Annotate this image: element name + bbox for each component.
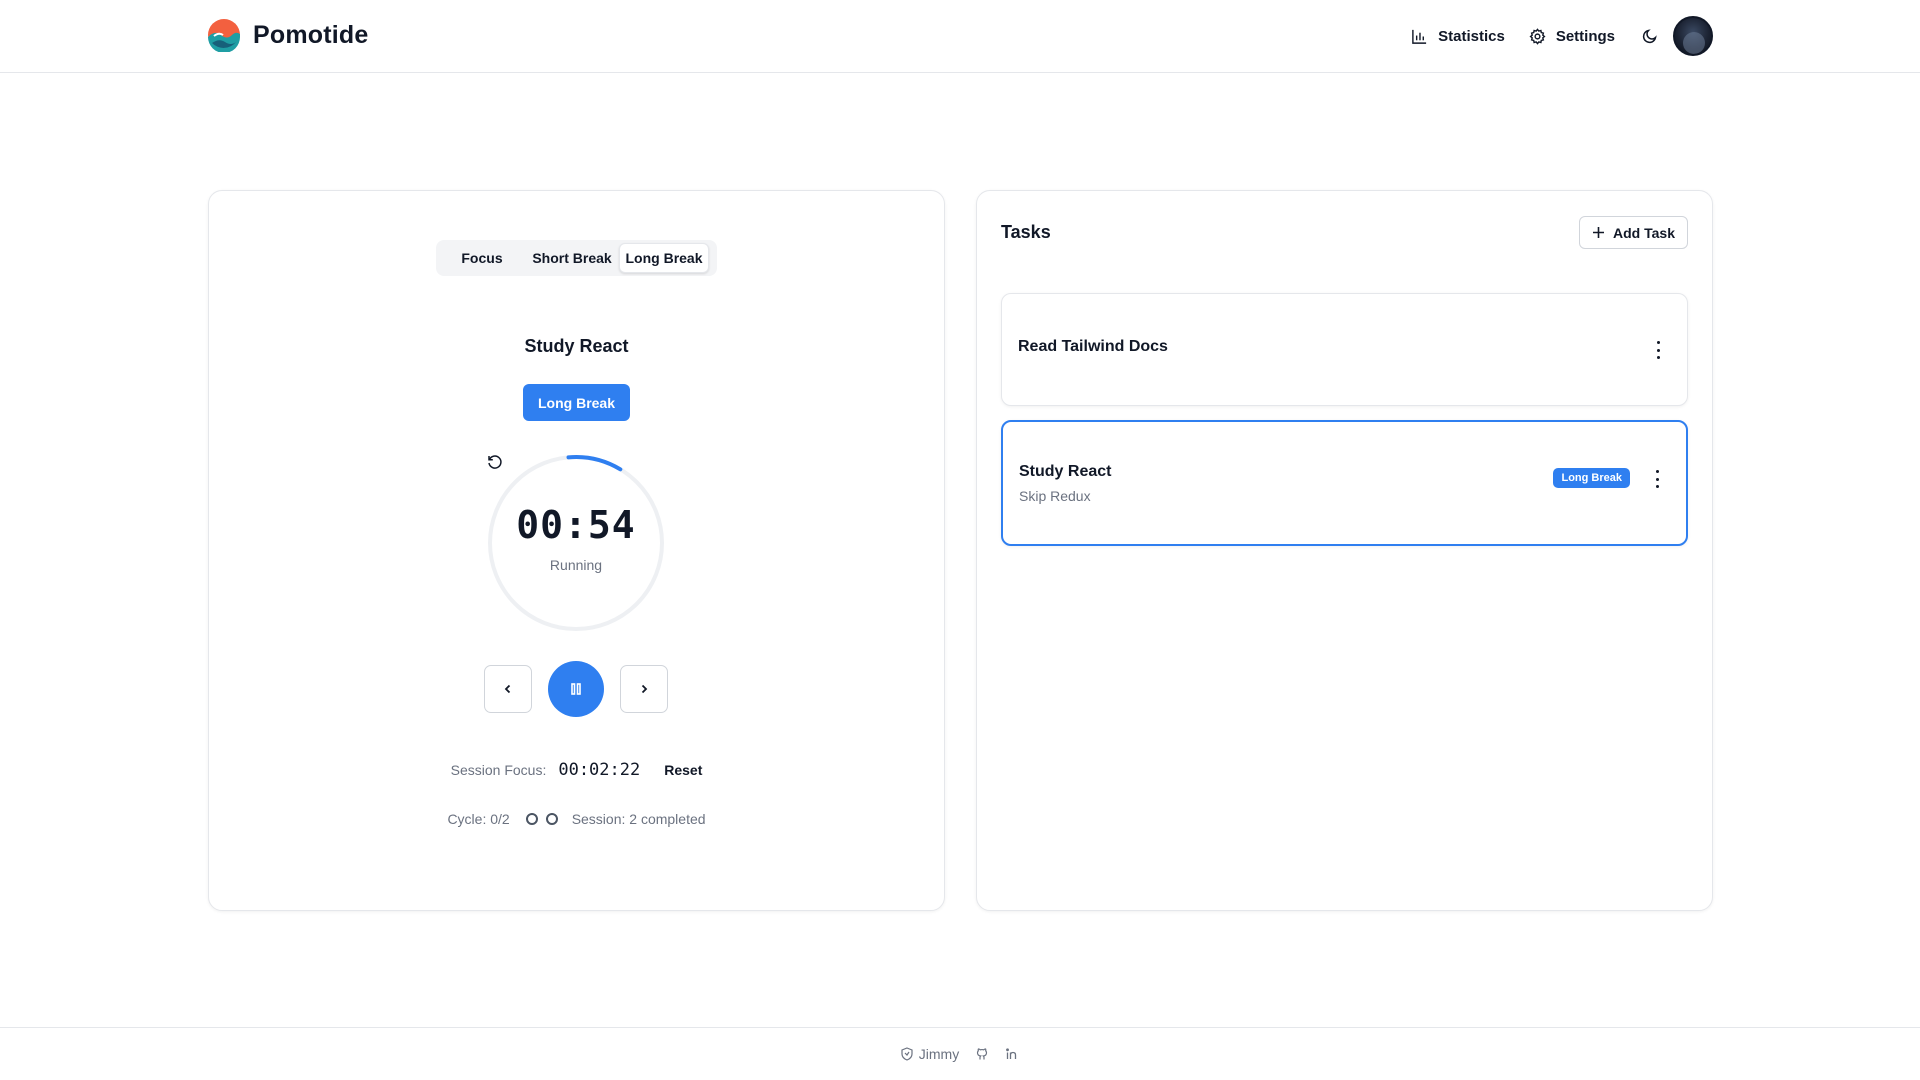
previous-button[interactable] — [484, 665, 532, 713]
tab-short-break[interactable]: Short Break — [525, 243, 619, 273]
more-vertical-icon[interactable] — [1655, 341, 1661, 359]
time-display: 00:54 — [516, 503, 636, 547]
tab-long-break[interactable]: Long Break — [619, 243, 709, 273]
github-icon[interactable] — [975, 1047, 989, 1061]
task-item-active[interactable]: Study React Skip Redux Long Break — [1001, 420, 1688, 546]
mode-tabs: Focus Short Break Long Break — [436, 240, 717, 276]
session-focus-row: Session Focus: 00:02:22 Reset — [209, 760, 944, 780]
next-button[interactable] — [620, 665, 668, 713]
statistics-label: Statistics — [1438, 27, 1505, 45]
task-title: Study React — [1019, 463, 1112, 480]
chevron-left-icon — [504, 684, 511, 694]
footer-author[interactable]: Jimmy — [901, 1046, 959, 1062]
reset-icon[interactable] — [486, 453, 504, 471]
pause-icon — [571, 683, 581, 695]
cycle-dots — [525, 813, 558, 825]
theme-toggle-button[interactable] — [1639, 25, 1661, 47]
cycle-dot — [545, 813, 558, 825]
gear-icon — [1529, 27, 1546, 45]
linkedin-icon[interactable] — [1005, 1047, 1019, 1061]
task-note: Skip Redux — [1019, 488, 1091, 504]
session-focus-label: Session Focus: — [450, 762, 547, 778]
author-name: Jimmy — [918, 1046, 960, 1062]
chevron-right-icon — [641, 684, 648, 694]
brand[interactable]: Pomotide — [207, 18, 369, 52]
current-task-title: Study React — [524, 336, 629, 356]
timer-dial: 00:54 Running — [486, 453, 666, 633]
cycle-label: Cycle: 0/2 — [447, 811, 510, 827]
task-title: Read Tailwind Docs — [1018, 338, 1168, 355]
footer: Jimmy — [0, 1027, 1920, 1080]
moon-icon — [1642, 29, 1657, 44]
top-nav: Statistics Settings — [1411, 16, 1713, 56]
more-vertical-icon[interactable] — [1654, 470, 1660, 488]
add-task-label: Add Task — [1613, 224, 1675, 241]
mode-badge: Long Break — [523, 384, 630, 421]
cycle-dot — [525, 813, 538, 825]
session-focus-time: 00:02:22 — [558, 760, 641, 780]
statistics-link[interactable]: Statistics — [1411, 28, 1505, 45]
reset-session-button[interactable]: Reset — [664, 762, 702, 778]
plus-icon — [1593, 227, 1605, 238]
brand-name: Pomotide — [253, 20, 369, 49]
timer-card: Focus Short Break Long Break Study React… — [208, 190, 945, 911]
task-item[interactable]: Read Tailwind Docs — [1001, 293, 1688, 406]
tasks-title: Tasks — [1001, 222, 1051, 242]
settings-label: Settings — [1555, 27, 1615, 45]
tasks-card: Tasks Add Task Read Tailwind Docs Study … — [976, 190, 1713, 911]
user-avatar[interactable] — [1673, 16, 1713, 56]
cycle-row: Cycle: 0/2 Session: 2 completed — [209, 811, 944, 827]
add-task-button[interactable]: Add Task — [1579, 216, 1688, 249]
timer-status: Running — [549, 557, 603, 573]
settings-link[interactable]: Settings — [1529, 28, 1615, 45]
app-header: Pomotide Statistics Settings — [0, 0, 1920, 73]
tab-focus[interactable]: Focus — [439, 243, 525, 273]
pause-button[interactable] — [548, 661, 604, 717]
task-mode-badge: Long Break — [1553, 468, 1630, 488]
session-count-label: Session: 2 completed — [571, 811, 706, 827]
shield-icon — [901, 1047, 913, 1061]
logo-icon — [208, 19, 240, 52]
bar-chart-icon — [1412, 29, 1427, 44]
